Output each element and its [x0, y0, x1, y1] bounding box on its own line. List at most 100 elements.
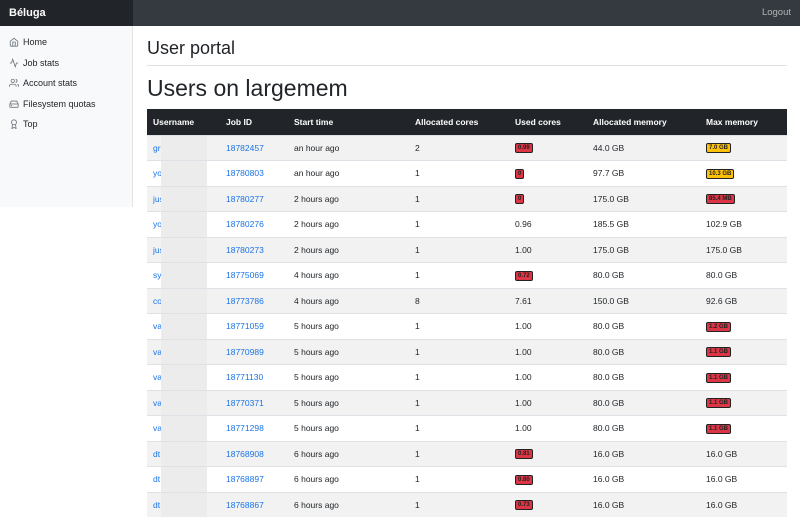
- job-id-link[interactable]: 18771130: [226, 372, 263, 382]
- max-memory: 16.0 GB: [706, 500, 738, 510]
- job-id-link[interactable]: 18768897: [226, 474, 264, 484]
- start-time: 5 hours ago: [294, 423, 339, 434]
- cell-allocated-cores: 1: [409, 160, 509, 186]
- max-memory-badge: 1.1 GB: [706, 423, 732, 434]
- cell-allocated-cores: 1: [409, 236, 509, 263]
- max-memory-badge: 7.0 GB: [706, 143, 732, 154]
- job-id-link[interactable]: 18770989: [226, 347, 264, 357]
- cell-allocated-memory: 80.0 GB: [587, 389, 700, 416]
- start-time: an hour ago: [294, 142, 340, 153]
- portal-title: User portal: [147, 38, 236, 58]
- cell-max-memory: 175.0 GB: [700, 236, 787, 263]
- cell-allocated-memory: 80.0 GB: [587, 262, 700, 288]
- used-cores: 1.00: [515, 372, 532, 383]
- max-memory-badge: 10.3 GB: [706, 168, 735, 179]
- used-cores: 1.00: [515, 397, 532, 408]
- job-id-link[interactable]: 18773786: [226, 296, 264, 306]
- cell-allocated-cores: 2: [409, 134, 509, 161]
- table-row: gr 18782457 an hour ago 2 0.99 44.0 GB 7.0 GB: [147, 134, 787, 161]
- start-time: 2 hours ago: [294, 193, 339, 204]
- cell-max-memory: 16.0 GB: [700, 466, 787, 492]
- max-memory-badge: 1.1 GB: [706, 347, 732, 358]
- table-row: dt 18768908 6 hours ago 1 0.81 16.0 GB 16.0 GB: [147, 440, 787, 467]
- allocated-cores: 8: [415, 295, 420, 306]
- sidebar-item-account-stats[interactable]: Account stats: [0, 73, 132, 94]
- cell-max-memory: 102.9 GB: [700, 211, 787, 237]
- cell-allocated-cores: 8: [409, 287, 509, 314]
- allocated-cores: 1: [415, 244, 420, 255]
- max-memory: 102.9 GB: [706, 219, 742, 230]
- page-title: Users on largemem: [147, 75, 348, 101]
- cell-max-memory: 1.2 GB: [700, 313, 787, 339]
- job-id-link[interactable]: 18775069: [226, 270, 264, 280]
- username-link[interactable]: dt: [153, 449, 160, 459]
- table-row: sy 18775069 4 hours ago 1 0.72 80.0 GB 80.0 GB: [147, 262, 787, 288]
- allocated-cores: 1: [415, 423, 420, 434]
- username-link[interactable]: gr: [153, 143, 161, 153]
- cell-job-id: 18770989: [220, 338, 288, 365]
- job-id-link[interactable]: 18780803: [226, 168, 264, 178]
- cell-job-id: 18771059: [220, 313, 288, 339]
- redaction-blur: [161, 186, 207, 212]
- cell-start-time: 6 hours ago: [288, 491, 409, 517]
- allocated-memory: 97.7 GB: [593, 168, 625, 179]
- logout-link[interactable]: Logout: [762, 7, 791, 18]
- main-content: User portal Users on largemem Username J…: [147, 26, 787, 517]
- cell-allocated-memory: 80.0 GB: [587, 338, 700, 365]
- max-memory: 16.0 GB: [706, 448, 738, 459]
- table-row: dt 18768867 6 hours ago 1 0.73 16.0 GB 16.0 GB: [147, 491, 787, 517]
- username-link[interactable]: dt: [153, 500, 160, 510]
- redaction-blur: [161, 161, 207, 186]
- job-id-link[interactable]: 18771298: [226, 423, 264, 433]
- table-row: yo 18780803 an hour ago 1 0 97.7 GB 10.3 GB: [147, 160, 787, 186]
- sidebar-item-job-stats[interactable]: Job stats: [0, 53, 132, 74]
- cell-job-id: 18775069: [220, 262, 288, 288]
- cell-max-memory: 1.1 GB: [700, 338, 787, 365]
- cell-username: va: [147, 338, 220, 365]
- cell-used-cores: 0: [509, 160, 587, 186]
- cell-used-cores: 0.99: [509, 134, 587, 161]
- allocated-memory: 150.0 GB: [593, 295, 629, 306]
- cell-username: co: [147, 287, 220, 314]
- sidebar-item-filesystem-quotas[interactable]: Filesystem quotas: [0, 94, 132, 115]
- cell-used-cores: 0.81: [509, 440, 587, 467]
- username-link[interactable]: dt: [153, 474, 160, 484]
- job-id-link[interactable]: 18770371: [226, 398, 264, 408]
- cell-username: jus: [147, 236, 220, 263]
- users-icon: [9, 78, 19, 88]
- job-id-link[interactable]: 18780277: [226, 194, 264, 204]
- cell-start-time: 4 hours ago: [288, 287, 409, 314]
- cell-job-id: 18780276: [220, 211, 288, 237]
- sidebar-item-home[interactable]: Home: [0, 32, 132, 53]
- used-cores-badge: 0: [515, 194, 525, 205]
- brand-link[interactable]: Béluga: [9, 7, 46, 19]
- sidebar-item-top[interactable]: Top: [0, 114, 132, 135]
- cell-max-memory: 1.1 GB: [700, 415, 787, 441]
- header-job-id: Job ID: [220, 109, 288, 135]
- header-max-memory: Max memory: [700, 109, 787, 135]
- allocated-cores: 1: [415, 270, 420, 281]
- job-id-link[interactable]: 18780273: [226, 245, 264, 255]
- cell-username: yo: [147, 211, 220, 237]
- max-memory: 16.0 GB: [706, 474, 738, 485]
- start-time: 5 hours ago: [294, 321, 339, 332]
- allocated-cores: 1: [415, 397, 420, 408]
- cell-allocated-cores: 1: [409, 338, 509, 365]
- cell-start-time: 5 hours ago: [288, 415, 409, 441]
- start-time: 6 hours ago: [294, 448, 339, 459]
- job-id-link[interactable]: 18771059: [226, 321, 264, 331]
- cell-start-time: 5 hours ago: [288, 338, 409, 365]
- cell-job-id: 18782457: [220, 134, 288, 161]
- used-cores: 1.00: [515, 321, 532, 332]
- allocated-memory: 185.5 GB: [593, 219, 629, 230]
- job-id-link[interactable]: 18768867: [226, 500, 264, 510]
- cell-allocated-memory: 175.0 GB: [587, 185, 700, 212]
- header-start-time: Start time: [288, 109, 409, 135]
- job-id-link[interactable]: 18768908: [226, 449, 264, 459]
- job-id-link[interactable]: 18780276: [226, 219, 264, 229]
- job-id-link[interactable]: 18782457: [226, 143, 264, 153]
- cell-username: yo: [147, 160, 220, 186]
- used-cores-badge: 0: [515, 168, 525, 179]
- cell-used-cores: 1.00: [509, 415, 587, 441]
- allocated-memory: 16.0 GB: [593, 474, 625, 485]
